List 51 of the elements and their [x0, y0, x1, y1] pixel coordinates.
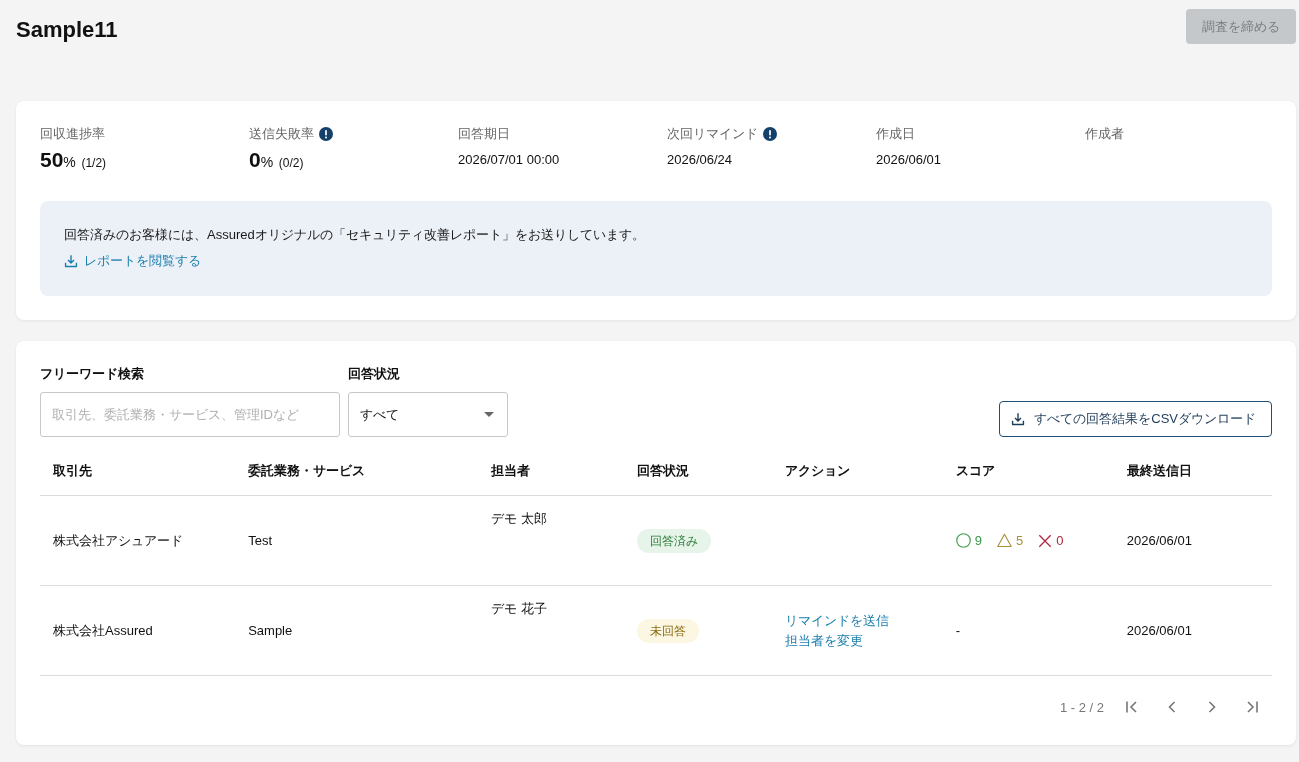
stat-label: 送信失敗率 [249, 125, 314, 143]
action-link[interactable]: 担当者を変更 [784, 631, 863, 650]
column-header: 回答状況 [637, 463, 690, 478]
table-cell: 株式会社アシュアード [53, 532, 183, 548]
status-badge: 回答済み [637, 528, 712, 553]
table-cell: 株式会社Assured [53, 622, 153, 638]
field-label: フリーワード検索 [40, 365, 145, 383]
cross-icon [1038, 533, 1053, 548]
score-count: 9 [974, 531, 982, 550]
stat-label: 次回リマインド [667, 125, 758, 143]
column-header: 最終送信日 [1126, 463, 1192, 478]
circle-icon [955, 533, 971, 548]
notice-message: 回答済みのお客様には、Assuredオリジナルの「セキュリティ改善レポート」をお送りしています。 [64, 226, 646, 244]
last-page-icon [1244, 699, 1260, 715]
table-cell: デモ 花子 [491, 601, 547, 616]
table-cell: デモ 太郎 [491, 511, 547, 526]
table-cell: 2026/06/01 [1126, 622, 1192, 638]
status-badge: 未回答 [637, 618, 700, 643]
stat-value: 2026/07/01 00:00 [458, 151, 561, 169]
column-header: 取引先 [53, 463, 92, 478]
table-cell: - [955, 622, 961, 638]
stat-label: 作成日 [876, 125, 915, 143]
score-count: 5 [1015, 531, 1024, 550]
stat-label: 回答期日 [458, 125, 510, 143]
csv-download-button[interactable]: すべての回答結果をCSVダウンロード [999, 401, 1272, 437]
search-field[interactable]: 取引先、委託業務・サービス、管理IDなど [40, 392, 340, 437]
page-title: Sample11 [16, 16, 118, 44]
triangle-icon [996, 533, 1012, 548]
stat-value: 2026/06/24 [667, 151, 734, 169]
page-range: 1 - 2 / 2 [1059, 699, 1104, 715]
stat-value: 2026/06/01 [876, 151, 943, 169]
download-icon [64, 254, 78, 268]
field-label: 回答状況 [348, 365, 401, 383]
stat-value: 50% (1/2) [40, 148, 108, 173]
table-cell: Test [248, 532, 272, 548]
column-header: 担当者 [491, 463, 531, 478]
action-link[interactable]: リマインドを送信 [784, 611, 889, 630]
first-page-icon [1124, 699, 1140, 715]
stat-label: 回収進捗率 [40, 125, 105, 143]
status-select[interactable]: すべて [348, 392, 508, 437]
download-icon [1011, 412, 1026, 426]
table-cell: 2026/06/01 [1126, 532, 1192, 548]
table-cell: Sample [248, 622, 293, 638]
score-count: 0 [1056, 531, 1064, 550]
column-header: アクション [784, 463, 850, 478]
column-header: スコア [955, 463, 995, 478]
column-header: 委託業務・サービス [248, 463, 366, 478]
stat-label: 作成者 [1085, 125, 1124, 143]
stat-value: 0% (0/2) [249, 148, 305, 173]
caret-icon [484, 412, 494, 417]
view-report-link[interactable]: レポートを閲覧する [64, 251, 201, 271]
